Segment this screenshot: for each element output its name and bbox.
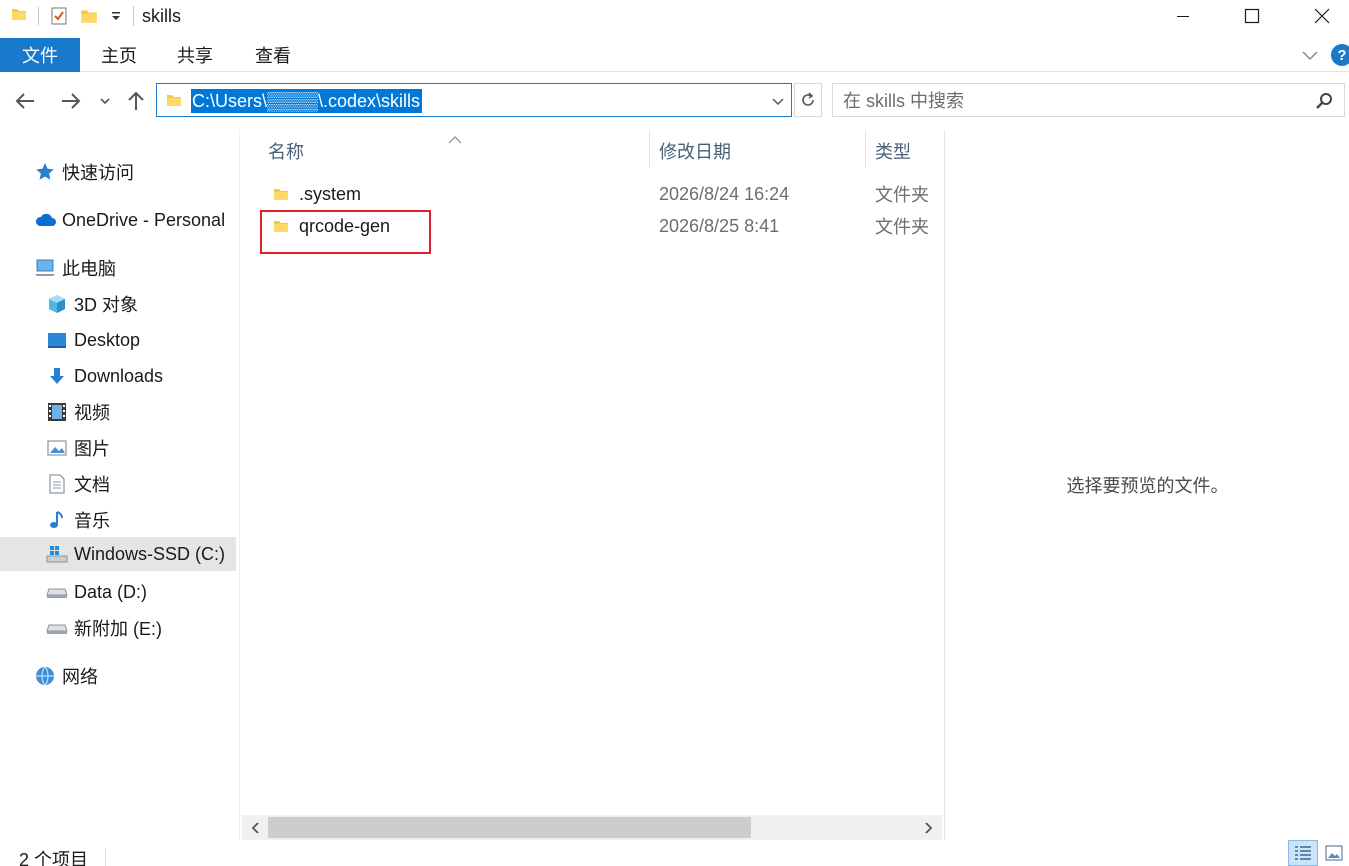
recent-locations-chevron-icon[interactable] [96,92,114,110]
film-icon [46,401,68,423]
status-divider [105,848,106,866]
cloud-icon [34,209,56,231]
customize-toolbar-chevron-icon[interactable] [109,0,123,32]
sidebar-item-new-volume[interactable]: 新附加 (E:) [46,611,236,645]
large-icons-view-button[interactable] [1319,840,1349,866]
forward-button[interactable] [58,88,84,114]
scroll-right-arrow-icon[interactable] [916,815,940,840]
tab-file[interactable]: 文件 [0,38,80,72]
column-divider[interactable] [649,130,650,168]
music-note-icon [46,509,68,531]
cube-icon [46,293,68,315]
search-box[interactable] [832,83,1345,117]
sidebar-item-label: 视频 [74,403,110,423]
help-icon[interactable]: ? [1331,44,1349,66]
column-header-date[interactable]: 修改日期 [659,136,859,166]
file-type: 文件夹 [875,185,929,205]
details-view-button[interactable] [1288,840,1318,866]
column-header-type[interactable]: 类型 [875,136,941,166]
title-bar: skills [0,0,1349,32]
computer-icon [34,257,56,279]
sidebar-item-this-pc[interactable]: 此电脑 [34,251,234,285]
desktop-icon [46,329,68,351]
back-button[interactable] [12,88,38,114]
highlight-box [260,210,431,254]
folder-icon [272,178,290,210]
windows-drive-icon [46,543,68,565]
sidebar-item-videos[interactable]: 视频 [46,395,236,429]
sidebar-item-label: 图片 [74,439,110,459]
preview-message: 选择要预览的文件。 [1066,476,1229,496]
address-path[interactable]: C:\Users\▒▒▒▒\.codex\skills [191,89,423,113]
file-date: 2026/8/25 8:41 [659,215,780,236]
scrollbar-thumb[interactable] [268,817,751,838]
maximize-button[interactable] [1229,0,1275,32]
sidebar-item-label: 快速访问 [62,163,134,183]
sidebar-item-label: 3D 对象 [74,295,139,315]
column-header-name[interactable]: 名称 [268,136,648,166]
address-dropdown-chevron-icon[interactable] [771,92,785,110]
search-input[interactable] [843,90,1303,112]
sidebar-item-pictures[interactable]: 图片 [46,431,236,465]
sidebar-item-windows-ssd[interactable]: Windows-SSD (C:) [0,537,236,571]
expand-ribbon-chevron-icon[interactable] [1299,45,1321,65]
sidebar-item-quick-access[interactable]: 快速访问 [34,155,234,189]
refresh-button[interactable] [794,83,822,117]
document-icon [46,473,68,495]
tab-share[interactable]: 共享 [177,38,213,72]
sidebar-item-label: 此电脑 [62,259,116,279]
sidebar-item-label: Downloads [74,365,164,386]
file-date: 2026/8/24 16:24 [659,183,790,204]
sidebar-item-3d-objects[interactable]: 3D 对象 [46,287,236,321]
search-icon[interactable] [1314,91,1334,111]
network-icon [34,665,56,687]
file-name[interactable]: .system [299,178,361,210]
sidebar-item-documents[interactable]: 文档 [46,467,236,501]
window-title: skills [142,5,181,26]
drive-icon [46,581,68,603]
horizontal-scrollbar[interactable] [242,815,942,840]
sidebar-item-data-drive[interactable]: Data (D:) [46,575,236,609]
tab-view[interactable]: 查看 [255,38,291,72]
close-button[interactable] [1299,0,1345,32]
sidebar-item-onedrive[interactable]: OneDrive - Personal [34,203,240,237]
toolbar-divider [38,7,39,25]
sidebar-item-label: OneDrive - Personal [62,209,226,230]
minimize-button[interactable] [1160,0,1206,32]
sidebar-item-label: Desktop [74,329,141,350]
sidebar-item-label: Windows-SSD (C:) [74,543,226,564]
quick-access-toolbar [0,0,123,32]
status-bar: 2 个项目 [0,840,1349,866]
sidebar-item-label: 文档 [74,475,110,495]
sidebar-item-label: 网络 [62,667,98,687]
file-row[interactable]: .system 2026/8/24 16:24 文件夹 [262,178,942,210]
properties-icon[interactable] [49,0,69,32]
new-folder-icon[interactable] [79,0,99,32]
sidebar-item-label: Data (D:) [74,581,148,602]
ribbon-tabs: 文件 主页 共享 查看 ? [0,38,1349,72]
tab-home[interactable]: 主页 [101,38,137,72]
sidebar-item-desktop[interactable]: Desktop [46,323,236,357]
up-button[interactable] [124,88,148,114]
file-type: 文件夹 [875,217,929,237]
sidebar-item-label: 新附加 (E:) [74,619,162,639]
drive-icon [46,617,68,639]
address-bar[interactable]: C:\Users\▒▒▒▒\.codex\skills [156,83,792,117]
download-arrow-icon [46,365,68,387]
column-divider[interactable] [865,130,866,168]
sidebar-item-music[interactable]: 音乐 [46,503,236,537]
folder-icon [10,5,28,28]
item-count: 2 个项目 [19,850,89,866]
star-icon [34,161,56,183]
sidebar-item-downloads[interactable]: Downloads [46,359,236,393]
title-divider [133,6,134,26]
sidebar-item-network[interactable]: 网络 [34,659,234,693]
scroll-left-arrow-icon[interactable] [244,815,268,840]
preview-pane: 选择要预览的文件。 [944,130,1349,840]
picture-icon [46,437,68,459]
sidebar-item-label: 音乐 [74,511,110,531]
folder-icon [165,91,183,114]
